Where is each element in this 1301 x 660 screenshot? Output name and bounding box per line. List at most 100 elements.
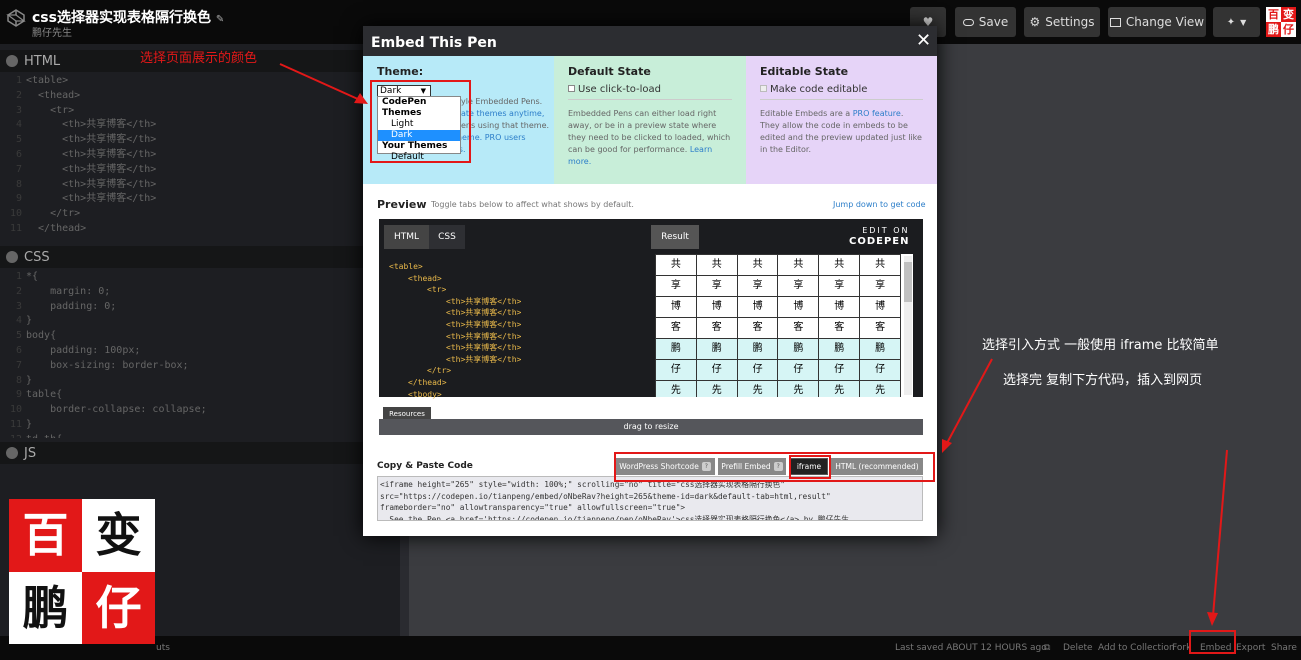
- gear-icon[interactable]: [6, 55, 18, 67]
- table-cell: 鹏: [777, 338, 820, 360]
- table-cell: 共: [695, 254, 738, 276]
- pro-feature-link[interactable]: PRO feature: [853, 109, 901, 118]
- export-link[interactable]: Export: [1236, 643, 1265, 653]
- table-cell: 博: [736, 296, 779, 318]
- brand-char: 仔: [1283, 23, 1294, 36]
- cloud-icon: [962, 18, 974, 26]
- code-line: 10 </tr>: [0, 207, 400, 222]
- share-link[interactable]: Share: [1271, 643, 1297, 653]
- line-number: 10: [9, 208, 22, 220]
- table-cell: 鹏: [818, 338, 861, 360]
- gear-icon[interactable]: [6, 447, 18, 459]
- embed-code-line: src="https://codepen.io/tianpeng/embed/o…: [380, 491, 831, 501]
- table-cell: 客: [818, 317, 861, 339]
- code-line: 10 border-collapse: collapse;: [0, 403, 400, 418]
- table-cell: 博: [695, 296, 738, 318]
- table-row: 博博博博博博: [655, 296, 901, 318]
- code-text: <th>共享博客</th>: [26, 148, 157, 160]
- preview-title: Preview: [377, 198, 427, 211]
- line-number: 12: [0, 433, 26, 438]
- annotation-box-copy-tabs: [614, 452, 935, 482]
- click-to-load-option[interactable]: Use click-to-load: [568, 84, 732, 100]
- code-text: <thead>: [26, 89, 81, 101]
- default-state-heading: Default State: [568, 65, 651, 78]
- css-code-editor[interactable]: 1 *{2 margin: 0; 3 padding: 0; 4} 5 body{6 pa…: [0, 270, 400, 438]
- table-cell: 先: [736, 380, 779, 397]
- tab-html[interactable]: HTML: [384, 225, 429, 249]
- pen-author[interactable]: 鹏仔先生: [32, 24, 72, 39]
- embed-code-textarea[interactable]: <iframe height="265" style="width: 100%;…: [377, 476, 923, 521]
- preview-code-line: <th>共享博客</th>: [389, 354, 521, 366]
- checkbox[interactable]: [760, 85, 767, 92]
- table-cell: 客: [695, 317, 738, 339]
- code-text: padding: 100px;: [26, 344, 141, 356]
- code-text: }: [26, 374, 33, 386]
- codepen-wordmark: CODEPEN: [849, 236, 910, 247]
- tab-result[interactable]: Result: [651, 225, 699, 249]
- code-line: 11 </thead>: [0, 222, 400, 237]
- theme-text: yle Embedded Pens.: [461, 97, 543, 106]
- line-number: 6: [15, 344, 22, 356]
- tab-css[interactable]: CSS: [429, 225, 465, 249]
- save-button[interactable]: Save: [955, 7, 1016, 37]
- code-line: 8 <th>共享博客</th>: [0, 178, 400, 193]
- table-row: 仔仔仔仔仔仔: [655, 359, 901, 381]
- checkbox[interactable]: [568, 85, 575, 92]
- line-number: 1: [15, 271, 22, 282]
- gear-icon[interactable]: [6, 251, 18, 263]
- result-table: 共共共共共共享享享享享享博博博博博博客客客客客客鹏鹏鹏鹏鹏鹏仔仔仔仔仔仔先先先先…: [655, 254, 901, 397]
- add-to-collection-link[interactable]: Add to Collection: [1098, 643, 1175, 653]
- table-cell: 享: [818, 275, 861, 297]
- table-cell: 仔: [736, 359, 779, 381]
- brand-logo-small: 百 变 鹏 仔: [1266, 7, 1296, 37]
- code-text: }: [26, 315, 33, 327]
- close-icon[interactable]: ✕: [916, 30, 931, 51]
- scrollbar[interactable]: [904, 256, 912, 395]
- edit-on-codepen-link[interactable]: EDIT ON CODEPEN: [849, 225, 910, 247]
- external-link-icon[interactable]: ⧉: [1044, 643, 1050, 653]
- codepen-logo-icon[interactable]: [6, 8, 26, 28]
- change-view-button[interactable]: Change View: [1108, 7, 1206, 37]
- preview-code-line: <th>共享博客</th>: [389, 331, 521, 343]
- settings-button[interactable]: ⚙ Settings: [1024, 7, 1100, 37]
- preview-code: <table> <thead> <tr> <th>共享博客</th> <th>共享博客<…: [389, 261, 521, 400]
- code-line: 7 <th>共享博客</th>: [0, 163, 400, 178]
- preview-result: 共共共共共共享享享享享享博博博博博博客客客客客客鹏鹏鹏鹏鹏鹏仔仔仔仔仔仔先先先先…: [655, 254, 913, 397]
- table-cell: 客: [736, 317, 779, 339]
- pin-button[interactable]: ✦ ▼: [1213, 7, 1260, 37]
- code-text: padding: 0;: [26, 300, 117, 312]
- annotation-choose-method: 选择引入方式 一般使用 iframe 比较简单: [982, 338, 1219, 353]
- table-row: 客客客客客客: [655, 317, 901, 339]
- js-panel-header[interactable]: JS: [0, 442, 400, 464]
- brand-char: 变: [1281, 7, 1296, 22]
- table-cell: 博: [777, 296, 820, 318]
- brand-char: 鹏: [9, 571, 82, 644]
- table-cell: 博: [859, 296, 901, 318]
- edit-on-text: EDIT ON: [862, 226, 910, 235]
- table-cell: 博: [818, 296, 861, 318]
- make-editable-option[interactable]: Make code editable: [760, 84, 923, 100]
- embed-preview: HTML CSS Result EDIT ON CODEPEN <table> <t…: [379, 219, 923, 420]
- edit-pencil-icon[interactable]: ✎: [216, 14, 224, 25]
- table-cell: 先: [818, 380, 861, 397]
- line-number: 1: [15, 75, 22, 86]
- table-cell: 先: [655, 380, 697, 397]
- table-cell: 仔: [655, 359, 697, 381]
- preview-code-line: <table>: [389, 261, 521, 273]
- annotation-arrow-icon: [942, 358, 993, 453]
- code-text: </tr>: [26, 208, 81, 220]
- table-cell: 仔: [818, 359, 861, 381]
- css-panel-header[interactable]: CSS: [0, 246, 400, 268]
- line-number: 11: [9, 418, 22, 430]
- shortcuts-link[interactable]: uts: [156, 643, 170, 653]
- delete-link[interactable]: Delete: [1063, 643, 1093, 653]
- modal-header: Embed This Pen: [363, 26, 937, 56]
- table-cell: 鹏: [736, 338, 779, 360]
- drag-to-resize-handle[interactable]: drag to resize: [379, 419, 923, 435]
- code-line: 6 <th>共享博客</th>: [0, 148, 400, 163]
- annotation-copy-hint: 选择完 复制下方代码，插入到网页: [1003, 373, 1203, 388]
- brand-char: 百: [1268, 8, 1279, 21]
- preview-code-text: <th>共享博客</th>: [446, 354, 522, 364]
- jump-to-code-link[interactable]: Jump down to get code: [833, 200, 926, 209]
- preview-code-line: <tr>: [389, 284, 521, 296]
